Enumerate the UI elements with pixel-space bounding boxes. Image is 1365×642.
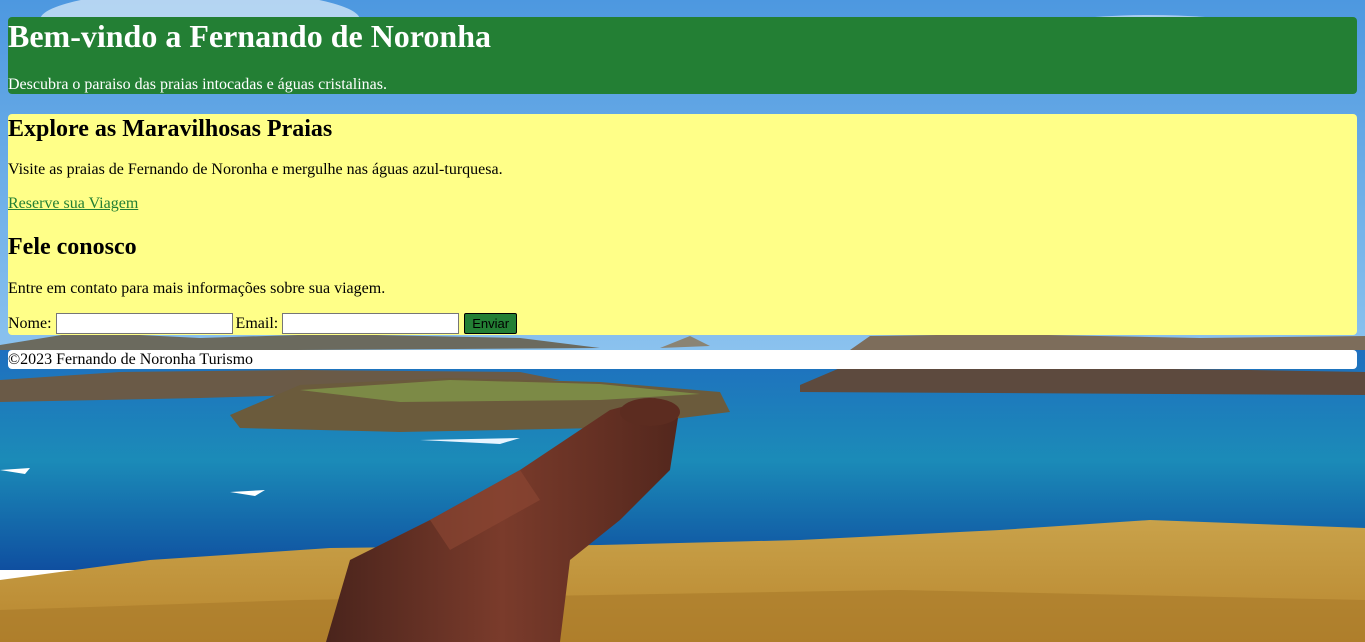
main-section: Explore as Maravilhosas Praias Visite as… — [8, 114, 1357, 335]
email-label: Email: — [235, 314, 279, 332]
contact-text: Entre em contato para mais informações s… — [8, 280, 386, 297]
page-subtitle: Descubra o paraiso das praias intocadas … — [8, 76, 387, 93]
explore-heading: Explore as Maravilhosas Praias — [8, 116, 333, 142]
contact-form: Nome: Email: Enviar — [8, 313, 518, 334]
email-input[interactable] — [282, 313, 460, 334]
site-footer: ©2023 Fernando de Noronha Turismo — [8, 350, 1357, 369]
name-input[interactable] — [55, 313, 233, 334]
submit-button[interactable]: Enviar — [464, 313, 518, 334]
name-label: Nome: — [8, 314, 52, 332]
contact-heading: Fele conosco — [8, 234, 137, 260]
explore-text: Visite as praias de Fernando de Noronha … — [8, 161, 503, 178]
page-title: Bem-vindo a Fernando de Noronha — [8, 18, 492, 54]
reserve-trip-link[interactable]: Reserve sua Viagem — [8, 195, 138, 213]
footer-text: ©2023 Fernando de Noronha Turismo — [8, 351, 254, 368]
site-header: Bem-vindo a Fernando de Noronha Descubra… — [8, 17, 1357, 94]
